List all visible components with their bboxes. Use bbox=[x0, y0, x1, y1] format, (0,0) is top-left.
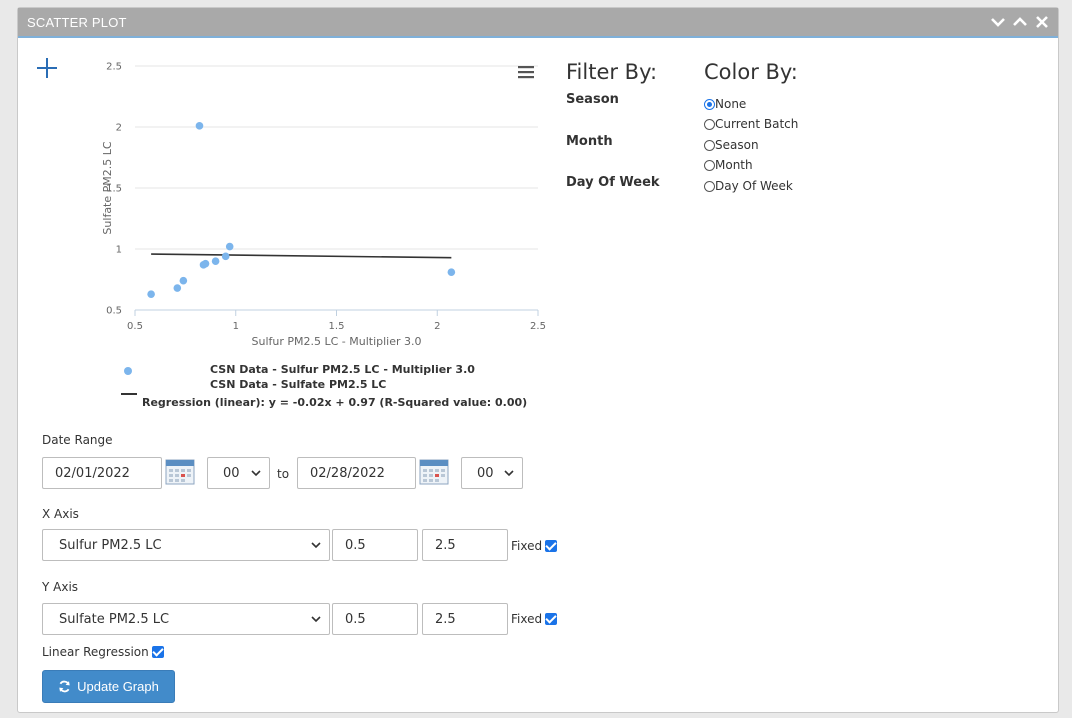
y-tick-label: 1 bbox=[116, 245, 122, 256]
filter-month[interactable]: Month bbox=[566, 134, 613, 149]
y-axis-fixed-label: Fixed bbox=[511, 612, 543, 626]
data-point[interactable] bbox=[447, 268, 456, 276]
plus-icon[interactable] bbox=[36, 57, 58, 79]
linear-regression-label: Linear Regression bbox=[42, 645, 149, 659]
color-by-none-option[interactable]: None bbox=[704, 97, 746, 111]
data-point[interactable] bbox=[225, 242, 234, 251]
end-hour-select[interactable]: 00 bbox=[461, 457, 523, 489]
radio-button[interactable] bbox=[704, 118, 715, 130]
update-graph-label: Update Graph bbox=[77, 679, 159, 694]
y-tick-label: 0.5 bbox=[106, 306, 122, 317]
data-point[interactable] bbox=[173, 284, 182, 292]
chevron-down-icon bbox=[311, 541, 321, 548]
end-calendar-icon[interactable] bbox=[419, 459, 449, 485]
color-by-season-option[interactable]: Season bbox=[704, 138, 759, 152]
color-by-current-batch-option[interactable]: Current Batch bbox=[704, 117, 798, 131]
chevron-down-icon bbox=[311, 615, 321, 622]
end-date-input[interactable]: 02/28/2022 bbox=[297, 457, 416, 489]
legend-regression-label[interactable]: Regression (linear): y = -0.02x + 0.97 (… bbox=[142, 396, 527, 409]
scatter-chart: 0.511.522.50.5 1 1.5 2 2.5 Sulfur PM2.5 LC -… bbox=[101, 62, 546, 349]
start-hour-select[interactable]: 00 bbox=[207, 457, 270, 489]
y-axis-fixed-checkbox[interactable] bbox=[545, 613, 558, 625]
update-graph-button[interactable]: Update Graph bbox=[42, 670, 175, 703]
x-axis-fixed-checkbox[interactable] bbox=[545, 540, 558, 552]
data-point[interactable] bbox=[147, 290, 155, 298]
panel-controls bbox=[988, 12, 1052, 32]
data-point[interactable] bbox=[195, 121, 204, 130]
regression-line bbox=[151, 253, 452, 259]
y-axis-max-input[interactable]: 2.5 bbox=[422, 603, 508, 635]
y-axis-variable-select[interactable]: Sulfate PM2.5 LC bbox=[42, 603, 330, 635]
color-by-day-of-week-option[interactable]: Day Of Week bbox=[704, 179, 793, 193]
y-axis-min-input[interactable]: 0.5 bbox=[332, 603, 418, 635]
y-axis-max-value: 2.5 bbox=[435, 611, 456, 627]
chevron-down-icon bbox=[251, 469, 261, 476]
radio-label: None bbox=[715, 97, 747, 111]
legend-series-marker[interactable] bbox=[124, 367, 132, 375]
y-axis-label: Y Axis bbox=[42, 580, 79, 594]
panel-title: SCATTER PLOT bbox=[27, 15, 127, 30]
data-point[interactable] bbox=[201, 259, 210, 268]
refresh-icon bbox=[59, 680, 70, 693]
x-axis-min-input[interactable]: 0.5 bbox=[332, 529, 418, 561]
chevron-up-icon[interactable] bbox=[1010, 12, 1030, 32]
start-date-value: 02/01/2022 bbox=[55, 465, 130, 481]
radio-label: Day Of Week bbox=[715, 179, 793, 193]
y-axis-min-value: 0.5 bbox=[345, 611, 366, 627]
legend-series-label-2[interactable]: CSN Data - Sulfate PM2.5 LC bbox=[210, 378, 386, 391]
legend-series-label-1[interactable]: CSN Data - Sulfur PM2.5 LC - Multiplier … bbox=[210, 363, 475, 376]
radio-label: Month bbox=[715, 158, 753, 172]
end-hour-value: 00 bbox=[477, 465, 494, 481]
radio-label: Season bbox=[715, 138, 759, 152]
x-tick-label: 2 bbox=[434, 321, 440, 332]
data-point[interactable] bbox=[179, 276, 188, 285]
x-tick-label: 1.5 bbox=[329, 321, 345, 332]
start-hour-value: 00 bbox=[223, 465, 240, 481]
radio-button[interactable] bbox=[704, 98, 715, 110]
filter-season[interactable]: Season bbox=[566, 92, 619, 107]
x-axis-label: X Axis bbox=[42, 507, 79, 521]
chevron-down-icon[interactable] bbox=[988, 12, 1008, 32]
x-axis-max-value: 2.5 bbox=[435, 537, 456, 553]
start-date-input[interactable]: 02/01/2022 bbox=[42, 457, 162, 489]
chevron-down-icon bbox=[504, 469, 514, 476]
x-axis-fixed-label: Fixed bbox=[511, 539, 543, 553]
x-tick-label: 2.5 bbox=[530, 321, 546, 332]
radio-button[interactable] bbox=[704, 180, 715, 192]
filter-by-title: Filter By: bbox=[566, 60, 658, 84]
radio-label: Current Batch bbox=[715, 117, 799, 131]
legend-regression-marker[interactable] bbox=[121, 393, 137, 395]
linear-regression-checkbox[interactable] bbox=[151, 646, 164, 658]
x-tick-label: 1 bbox=[233, 321, 239, 332]
panel-header: SCATTER PLOT bbox=[18, 8, 1058, 38]
y-tick-label: 2 bbox=[116, 123, 122, 134]
to-label: to bbox=[277, 467, 290, 481]
close-icon[interactable] bbox=[1032, 12, 1052, 32]
y-axis-fixed-toggle[interactable]: Fixed bbox=[511, 612, 558, 626]
color-by-title: Color By: bbox=[704, 60, 798, 84]
linear-regression-toggle[interactable]: Linear Regression bbox=[42, 645, 164, 659]
color-by-month-option[interactable]: Month bbox=[704, 158, 753, 172]
radio-button[interactable] bbox=[704, 139, 715, 151]
y-tick-label: 2.5 bbox=[106, 62, 122, 73]
x-tick-label: 0.5 bbox=[127, 321, 143, 332]
y-axis-variable-value: Sulfate PM2.5 LC bbox=[59, 611, 170, 627]
date-range-label: Date Range bbox=[42, 433, 113, 447]
scatter-plot-panel: SCATTER PLOT 0.5 1 1.5 2 2.5 0.5 1 1.5 2 2.5 Sulf… bbox=[17, 7, 1059, 713]
end-date-value: 02/28/2022 bbox=[310, 465, 385, 481]
y-axis-title: Sulfate PM2.5 LC bbox=[101, 141, 114, 234]
x-axis-variable-value: Sulfur PM2.5 LC bbox=[59, 537, 162, 553]
filter-day-of-week[interactable]: Day Of Week bbox=[566, 175, 660, 190]
x-axis-min-value: 0.5 bbox=[345, 537, 366, 553]
x-axis-max-input[interactable]: 2.5 bbox=[422, 529, 508, 561]
x-axis-fixed-toggle[interactable]: Fixed bbox=[511, 539, 558, 553]
x-axis-title: Sulfur PM2.5 LC - Multiplier 3.0 bbox=[251, 335, 421, 348]
data-point[interactable] bbox=[211, 257, 220, 265]
data-point[interactable] bbox=[221, 252, 230, 261]
radio-button[interactable] bbox=[704, 159, 715, 171]
start-calendar-icon[interactable] bbox=[165, 459, 195, 485]
chart-menu-icon[interactable] bbox=[517, 64, 535, 80]
x-axis-variable-select[interactable]: Sulfur PM2.5 LC bbox=[42, 529, 330, 561]
